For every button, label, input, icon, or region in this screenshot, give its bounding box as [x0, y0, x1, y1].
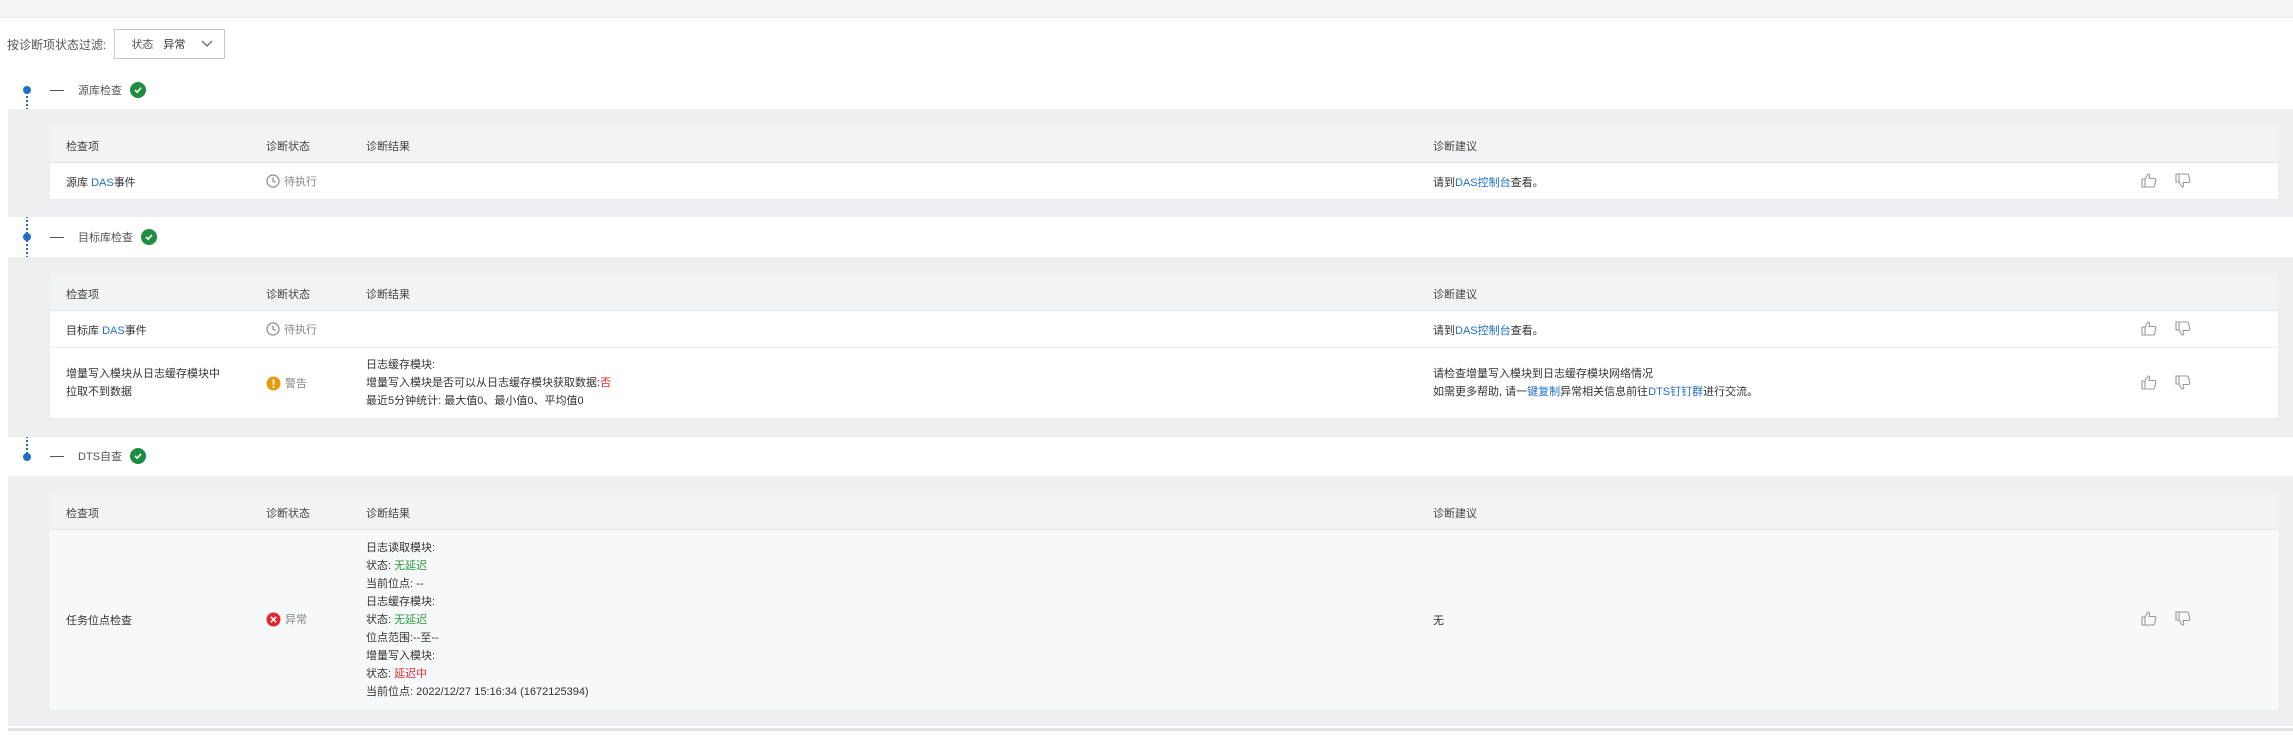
advice-cell: 无 — [1433, 615, 1444, 627]
dingtalk-group-link[interactable]: DTS钉钉群 — [1648, 386, 1703, 398]
thumbs-up-icon[interactable] — [2141, 375, 2157, 393]
result-cell: 日志缓存模块: 增量写入模块是否可以从日志缓存模块获取数据:否 最近5分钟统计:… — [366, 359, 612, 407]
chevron-down-icon — [200, 37, 214, 51]
table-header: 检查项 诊断状态 诊断结果 诊断建议 — [50, 127, 2278, 163]
thumbs-down-icon[interactable] — [2175, 375, 2191, 393]
advice-cell: 请检查增量写入模块到日志缓存模块网络情况 如需更多帮助, 请一键复制异常相关信息… — [1433, 368, 1759, 398]
bottom-divider — [8, 728, 2293, 731]
select-value: 异常 — [163, 39, 186, 51]
section-header-source[interactable]: 源库检查 — [50, 80, 146, 100]
copy-link[interactable]: 键复制 — [1527, 386, 1560, 398]
clock-icon — [266, 174, 280, 188]
status-filter-select[interactable]: 状态 异常 — [114, 29, 226, 59]
header-item: 检查项 — [66, 141, 99, 153]
status-pending: 待执行 — [266, 321, 317, 337]
item-cell: 目标库 DAS事件 — [66, 325, 147, 337]
header-result: 诊断结果 — [366, 141, 410, 153]
das-link[interactable]: DAS — [102, 325, 125, 337]
collapse-icon[interactable] — [50, 89, 64, 91]
thumbs-up-icon[interactable] — [2141, 173, 2157, 191]
table-row: 增量写入模块从日志缓存模块中 拉取不到数据 警告 日志缓存模块: 增量写入模块是否… — [50, 348, 2278, 419]
timeline-dot — [23, 233, 31, 241]
das-console-link[interactable]: DAS控制台 — [1455, 177, 1511, 189]
thumbs-down-icon[interactable] — [2175, 611, 2191, 629]
error-circle-icon — [266, 612, 281, 627]
result-cell: 日志读取模块: 状态: 无延迟 当前位点: -- 日志缓存模块: 状态: 无延迟… — [366, 542, 589, 698]
feedback-buttons — [2141, 173, 2191, 191]
item-cell: 任务位点检查 — [66, 615, 132, 627]
timeline-dot — [23, 453, 31, 461]
top-toolbar-strip — [0, 0, 2293, 18]
advice-cell: 请到DAS控制台查看。 — [1433, 325, 1544, 337]
das-console-link[interactable]: DAS控制台 — [1455, 325, 1511, 337]
thumbs-down-icon[interactable] — [2175, 173, 2191, 191]
select-prefix: 状态 — [131, 39, 154, 51]
section-header-dts[interactable]: DTS自查 — [50, 446, 146, 466]
feedback-buttons — [2141, 611, 2191, 629]
table-header: 检查项 诊断状态 诊断结果 诊断建议 — [50, 494, 2278, 530]
status-filter: 按诊断项状态过滤: 状态 异常 — [7, 28, 226, 60]
advice-cell: 请到DAS控制台查看。 — [1433, 177, 1544, 189]
section-title: 源库检查 — [78, 85, 122, 97]
header-advice: 诊断建议 — [1433, 141, 1477, 153]
header-status: 诊断状态 — [266, 141, 310, 153]
header-advice: 诊断建议 — [1433, 289, 1477, 301]
status-warning: 警告 — [266, 375, 307, 391]
check-table: 检查项 诊断状态 诊断结果 诊断建议 任务位点检查 异常 日志读取模块: 状态:… — [50, 494, 2278, 711]
check-table: 检查项 诊断状态 诊断结果 诊断建议 源库 DAS事件 待执行 请到DAS控制台… — [50, 127, 2278, 200]
status-pending: 待执行 — [266, 173, 317, 189]
section-title: DTS自查 — [78, 451, 122, 463]
item-cell: 源库 DAS事件 — [66, 177, 136, 189]
feedback-buttons — [2141, 375, 2191, 393]
section-header-target[interactable]: 目标库检查 — [50, 227, 157, 247]
timeline-dot — [23, 86, 31, 94]
header-status: 诊断状态 — [266, 289, 310, 301]
clock-icon — [266, 322, 280, 336]
warning-icon — [266, 376, 281, 391]
table-row: 源库 DAS事件 待执行 请到DAS控制台查看。 — [50, 163, 2278, 200]
thumbs-down-icon[interactable] — [2175, 321, 2191, 339]
header-result: 诊断结果 — [366, 289, 410, 301]
thumbs-up-icon[interactable] — [2141, 321, 2157, 339]
feedback-buttons — [2141, 321, 2191, 339]
header-status: 诊断状态 — [266, 508, 310, 520]
thumbs-up-icon[interactable] — [2141, 611, 2157, 629]
check-circle-icon — [130, 82, 146, 98]
header-item: 检查项 — [66, 508, 99, 520]
item-cell: 增量写入模块从日志缓存模块中 拉取不到数据 — [66, 368, 220, 398]
status-error: 异常 — [266, 611, 307, 627]
check-circle-icon — [130, 448, 146, 464]
header-advice: 诊断建议 — [1433, 508, 1477, 520]
table-header: 检查项 诊断状态 诊断结果 诊断建议 — [50, 275, 2278, 311]
collapse-icon[interactable] — [50, 236, 64, 238]
header-result: 诊断结果 — [366, 508, 410, 520]
das-link[interactable]: DAS — [91, 177, 114, 189]
check-table: 检查项 诊断状态 诊断结果 诊断建议 目标库 DAS事件 待执行 请到DAS控制… — [50, 275, 2278, 419]
filter-label: 按诊断项状态过滤: — [7, 37, 107, 52]
header-item: 检查项 — [66, 289, 99, 301]
check-circle-icon — [141, 229, 157, 245]
table-row: 任务位点检查 异常 日志读取模块: 状态: 无延迟 当前位点: -- 日志缓存模… — [50, 530, 2278, 711]
section-title: 目标库检查 — [78, 232, 133, 244]
table-row: 目标库 DAS事件 待执行 请到DAS控制台查看。 — [50, 311, 2278, 348]
collapse-icon[interactable] — [50, 455, 64, 457]
